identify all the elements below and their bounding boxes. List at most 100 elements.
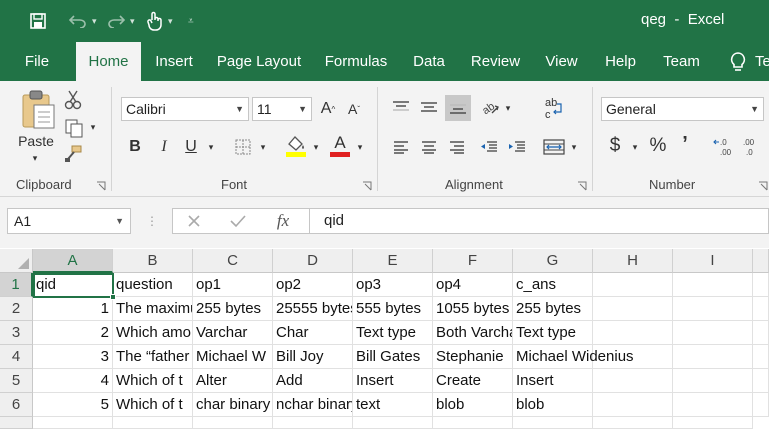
merge-center-icon[interactable] (540, 135, 568, 159)
cell-b2[interactable]: The maximum (113, 297, 193, 321)
cell-f6[interactable]: blob (433, 393, 513, 417)
cell-overflow[interactable] (753, 345, 769, 369)
cell-h5[interactable] (593, 369, 673, 393)
cell-g2[interactable]: 255 bytes (513, 297, 593, 321)
touch-mode-icon[interactable] (140, 9, 168, 33)
font-family-select[interactable]: Calibri ▼ (121, 97, 249, 121)
cell-i6[interactable] (673, 393, 753, 417)
cell-a2[interactable]: 1 (33, 297, 113, 321)
cell-b1[interactable]: question (113, 273, 193, 297)
insert-function-button[interactable]: fx (271, 210, 295, 232)
redo-icon[interactable] (102, 9, 130, 33)
row-header-1[interactable]: 1 (0, 273, 33, 297)
customize-qat-icon[interactable]: ⩡ (188, 16, 198, 27)
cell-d6[interactable]: nchar binary (273, 393, 353, 417)
align-center-icon[interactable] (417, 135, 441, 159)
top-align-icon[interactable] (389, 95, 413, 119)
name-box[interactable]: A1 ▼ (7, 208, 131, 234)
cell-overflow[interactable] (753, 393, 769, 417)
fill-color-icon[interactable] (284, 133, 308, 159)
cell-d4[interactable]: Bill Joy (273, 345, 353, 369)
cell-overflow[interactable] (753, 321, 769, 345)
row-header-4[interactable]: 4 (0, 345, 33, 369)
cell-c2[interactable]: 255 bytes (193, 297, 273, 321)
borders-icon[interactable] (232, 135, 254, 159)
fill-color-dropdown-icon[interactable]: ▾ (311, 139, 321, 155)
cell-h6[interactable] (593, 393, 673, 417)
cell-i5[interactable] (673, 369, 753, 393)
column-header-e[interactable]: E (353, 249, 433, 273)
number-launcher-icon[interactable] (758, 179, 768, 191)
cell-c5[interactable]: Alter (193, 369, 273, 393)
cell-e4[interactable]: Bill Gates (353, 345, 433, 369)
merge-dropdown-icon[interactable]: ▾ (569, 139, 579, 155)
enter-icon[interactable] (227, 211, 249, 231)
cell-c4[interactable]: Michael W (193, 345, 273, 369)
format-painter-icon[interactable] (62, 143, 84, 165)
currency-button[interactable]: $ (604, 133, 626, 159)
cell-d2[interactable]: 25555 bytes (273, 297, 353, 321)
cell-e5[interactable]: Insert (353, 369, 433, 393)
shrink-font-button[interactable]: Aˇ (344, 97, 364, 121)
column-header-d[interactable]: D (273, 249, 353, 273)
borders-dropdown-icon[interactable]: ▾ (258, 139, 268, 155)
orientation-icon[interactable]: ab (478, 95, 502, 119)
orientation-dropdown-icon[interactable]: ▾ (503, 101, 513, 115)
cell-g4[interactable]: Michael Widenius (513, 345, 634, 369)
fill-handle[interactable] (110, 294, 116, 300)
save-icon[interactable] (24, 9, 52, 33)
bold-button[interactable]: B (124, 135, 146, 159)
tab-file[interactable]: File (18, 42, 56, 81)
cell-i2[interactable] (673, 297, 753, 321)
paste-dropdown-icon[interactable]: ▾ (28, 152, 42, 164)
cell-g5[interactable]: Insert (513, 369, 593, 393)
touch-mode-dropdown-icon[interactable]: ▾ (168, 16, 178, 27)
clipboard-launcher-icon[interactable] (96, 179, 106, 191)
font-size-select[interactable]: 11 ▼ (252, 97, 312, 121)
column-header-c[interactable]: C (193, 249, 273, 273)
cell-a5[interactable]: 4 (33, 369, 113, 393)
row-header-6[interactable]: 6 (0, 393, 33, 417)
increase-indent-icon[interactable] (505, 135, 529, 159)
cell-g6[interactable]: blob (513, 393, 593, 417)
cell-e6[interactable]: text (353, 393, 433, 417)
number-format-select[interactable]: General ▼ (601, 97, 764, 121)
cell-b6[interactable]: Which of t (113, 393, 193, 417)
tab-data[interactable]: Data (408, 42, 450, 81)
font-launcher-icon[interactable] (362, 179, 372, 191)
cell-f3[interactable]: Both Varchar (433, 321, 513, 345)
undo-dropdown-icon[interactable]: ▾ (92, 16, 102, 27)
cell-h3[interactable] (593, 321, 673, 345)
alignment-launcher-icon[interactable] (577, 179, 587, 191)
column-header-i[interactable]: I (673, 249, 753, 273)
column-header-b[interactable]: B (113, 249, 193, 273)
cell-overflow[interactable] (753, 297, 769, 321)
decrease-decimal-icon[interactable]: .00.0 (740, 135, 764, 159)
cancel-icon[interactable] (183, 211, 205, 231)
underline-dropdown-icon[interactable]: ▾ (206, 139, 216, 155)
cell-e1[interactable]: op3 (353, 273, 433, 297)
tab-team[interactable]: Team (659, 42, 704, 81)
cell-f5[interactable]: Create (433, 369, 513, 393)
formula-bar-grip-icon[interactable]: ⋮ (146, 210, 158, 232)
paste-icon[interactable] (18, 89, 58, 129)
lightbulb-icon[interactable] (728, 51, 748, 73)
row-header-2[interactable]: 2 (0, 297, 33, 321)
italic-button[interactable]: I (153, 135, 175, 159)
column-header-f[interactable]: F (433, 249, 513, 273)
row-header-5[interactable]: 5 (0, 369, 33, 393)
cell-h2[interactable] (593, 297, 673, 321)
tab-view[interactable]: View (541, 42, 582, 81)
tab-home[interactable]: Home (76, 42, 141, 81)
tab-tell-me[interactable]: Te (755, 42, 769, 81)
select-all-corner[interactable] (0, 249, 33, 273)
currency-dropdown-icon[interactable]: ▾ (630, 139, 640, 155)
cell-b3[interactable]: Which among (113, 321, 193, 345)
middle-align-icon[interactable] (417, 95, 441, 119)
formula-input[interactable]: qid (309, 208, 769, 234)
cell-h1[interactable] (593, 273, 673, 297)
percent-button[interactable]: % (646, 133, 670, 159)
undo-icon[interactable] (64, 9, 92, 33)
cell-d1[interactable]: op2 (273, 273, 353, 297)
comma-style-button[interactable]: ’ (676, 131, 694, 157)
